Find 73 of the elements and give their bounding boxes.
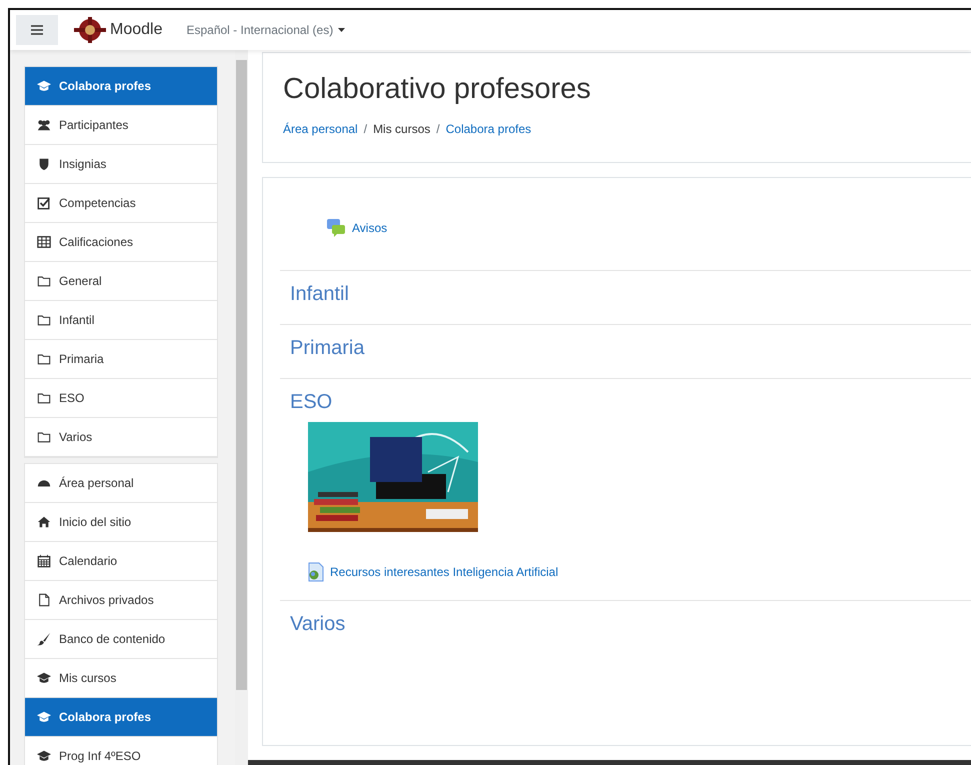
checkbox-icon <box>37 196 51 210</box>
paintbrush-icon <box>37 632 51 646</box>
breadcrumb-item: Mis cursos <box>373 122 430 136</box>
item-label: Mis cursos <box>59 671 116 685</box>
section-title[interactable]: Primaria <box>290 337 971 360</box>
item-label: General <box>59 274 102 288</box>
breadcrumb-item[interactable]: Colabora profes <box>446 122 532 136</box>
sidebar-item[interactable]: General <box>25 262 217 301</box>
sidebar-item[interactable]: Varios <box>25 418 217 457</box>
item-label: Colabora profes <box>59 79 152 93</box>
activity-link[interactable]: Recursos interesantes Inteligencia Artificial <box>330 565 558 579</box>
sidebar-item[interactable]: Archivos privados <box>25 581 217 620</box>
activity-link[interactable]: Avisos <box>352 221 388 235</box>
sidebar-item[interactable]: Participantes <box>25 106 217 145</box>
menu-button[interactable] <box>16 15 58 45</box>
item-label: Varios <box>59 430 92 444</box>
graduation-cap-icon <box>37 79 51 93</box>
menu-icon <box>31 25 43 35</box>
sidebar-item[interactable]: Colabora profes <box>25 698 217 737</box>
sidebar-item[interactable]: Colabora profes <box>25 67 217 106</box>
sidebar-item[interactable]: Inicio del sitio <box>25 503 217 542</box>
users-icon <box>37 118 51 132</box>
item-label: Insignias <box>59 157 106 171</box>
item-label: ESO <box>59 391 84 405</box>
item-label: Área personal <box>59 476 134 490</box>
item-label: Archivos privados <box>59 593 154 607</box>
calendar-icon <box>37 554 51 568</box>
item-label: Participantes <box>59 118 128 132</box>
sidebar-item[interactable]: Insignias <box>25 145 217 184</box>
folder-icon <box>37 274 51 288</box>
page-title: Colaborativo profesores <box>283 73 592 106</box>
folder-icon <box>37 313 51 327</box>
item-label: Primaria <box>59 352 104 366</box>
brand-name[interactable]: Moodle <box>110 21 162 39</box>
scrollbar-thumb[interactable] <box>236 60 247 690</box>
sidebar-item[interactable]: ESO <box>25 379 217 418</box>
graduation-cap-icon <box>37 749 51 763</box>
sidebar-item[interactable]: Calendario <box>25 542 217 581</box>
logo-icon <box>74 17 106 43</box>
web-page-icon <box>308 562 324 582</box>
sidebar-item[interactable]: Calificaciones <box>25 223 217 262</box>
sidebar-item[interactable]: Competencias <box>25 184 217 223</box>
item-label: Competencias <box>59 196 136 210</box>
chat-bubbles-icon <box>326 218 346 238</box>
section-title[interactable]: Varios <box>290 613 971 636</box>
section-title[interactable]: ESO <box>290 391 971 414</box>
graduation-cap-icon <box>37 710 51 724</box>
item-label: Banco de contenido <box>59 632 166 646</box>
sidebar-item[interactable]: Banco de contenido <box>25 620 217 659</box>
folder-icon <box>37 430 51 444</box>
shield-icon <box>37 157 51 171</box>
home-icon <box>37 515 51 529</box>
sidebar-item[interactable]: Área personal <box>25 464 217 503</box>
item-label: Inicio del sitio <box>59 515 132 529</box>
sidebar-item[interactable]: Primaria <box>25 340 217 379</box>
sidebar-item[interactable]: Infantil <box>25 301 217 340</box>
item-label: Calificaciones <box>59 235 134 249</box>
breadcrumb-item[interactable]: Área personal <box>283 122 358 136</box>
section-title[interactable]: Infantil <box>290 283 971 306</box>
sidebar-item[interactable]: Prog Inf 4ºESO <box>25 737 217 765</box>
item-label: Calendario <box>59 554 118 568</box>
item-label: Infantil <box>59 313 94 327</box>
item-label: Prog Inf 4ºESO <box>59 749 141 763</box>
table-icon <box>37 235 51 249</box>
folder-icon <box>37 391 51 405</box>
folder-icon <box>37 352 51 366</box>
language-menu[interactable]: Español - Internacional (es) <box>186 23 346 37</box>
document-icon <box>37 593 51 607</box>
graduation-cap-icon <box>37 671 51 685</box>
breadcrumb-separator: / <box>436 122 440 136</box>
item-label: Colabora profes <box>59 710 152 724</box>
caret-icon <box>338 28 346 32</box>
breadcrumb-separator: / <box>364 122 368 136</box>
